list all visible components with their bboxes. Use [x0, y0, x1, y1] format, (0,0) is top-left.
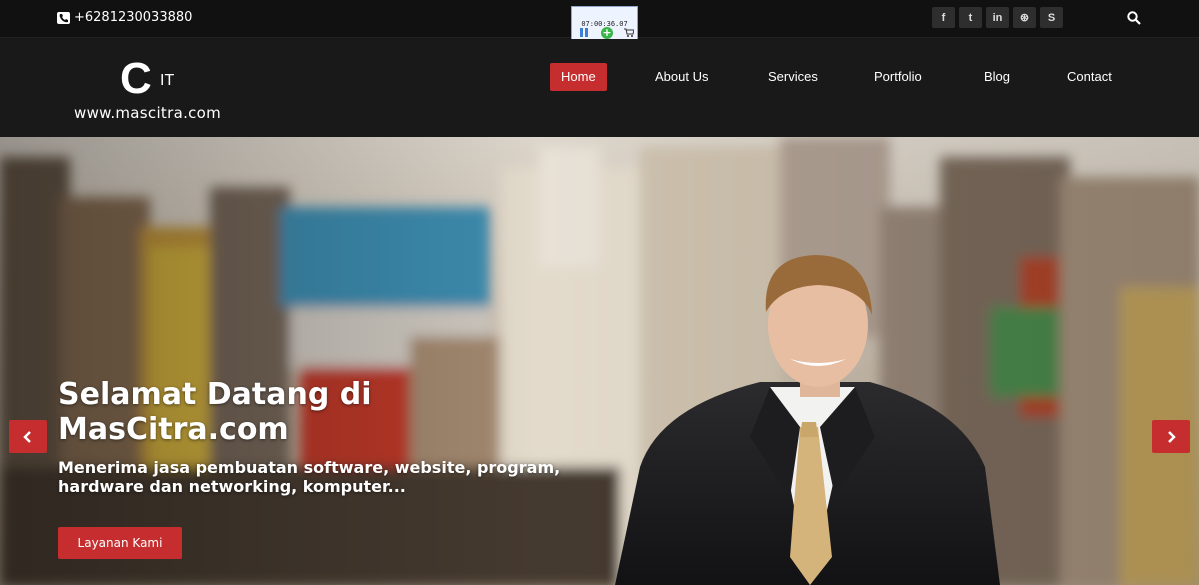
top-bar: +6281230033880 07:00:36.07 + f t in ⊛ S: [0, 0, 1199, 42]
phone-number: +6281230033880: [74, 10, 193, 25]
main-navbar: C IT www.mascitra.com Home About Us Serv…: [0, 39, 1199, 137]
site-logo[interactable]: C IT www.mascitra.com: [72, 57, 232, 123]
social-links: f t in ⊛ S: [932, 7, 1063, 28]
hero-background-image: [0, 137, 1199, 585]
linkedin-icon[interactable]: in: [986, 7, 1009, 28]
cart-icon[interactable]: [624, 28, 634, 37]
download-widget[interactable]: 07:00:36.07 +: [571, 6, 638, 42]
nav-contact[interactable]: Contact: [1067, 63, 1112, 91]
nav-home[interactable]: Home: [550, 63, 607, 91]
nav-blog[interactable]: Blog: [984, 63, 1010, 91]
logo-url: www.mascitra.com: [74, 104, 222, 122]
nav-services[interactable]: Services: [768, 63, 818, 91]
slider-prev-button[interactable]: [9, 420, 47, 453]
chevron-right-icon: [1168, 430, 1176, 443]
logo-suffix: IT: [160, 72, 175, 89]
skype-icon[interactable]: S: [1040, 7, 1063, 28]
nav-portfolio[interactable]: Portfolio: [874, 63, 922, 91]
logo-letter: C: [120, 54, 152, 103]
hero-subtitle: Menerima jasa pembuatan software, websit…: [58, 458, 561, 496]
phone-contact[interactable]: +6281230033880: [57, 10, 192, 25]
hero-slider: Selamat Datang di MasCitra.com Menerima …: [0, 137, 1199, 585]
nav-about-us[interactable]: About Us: [655, 63, 708, 91]
phone-icon: [57, 11, 70, 24]
slider-next-button[interactable]: [1152, 420, 1190, 453]
search-icon[interactable]: [1127, 11, 1141, 25]
pause-icon[interactable]: [580, 28, 589, 37]
hero-title: Selamat Datang di MasCitra.com: [58, 377, 372, 447]
add-icon[interactable]: +: [601, 27, 613, 39]
chevron-left-icon: [23, 430, 31, 443]
facebook-icon[interactable]: f: [932, 7, 955, 28]
services-cta-button[interactable]: Layanan Kami: [58, 527, 182, 559]
dribbble-icon[interactable]: ⊛: [1013, 7, 1036, 28]
twitter-icon[interactable]: t: [959, 7, 982, 28]
